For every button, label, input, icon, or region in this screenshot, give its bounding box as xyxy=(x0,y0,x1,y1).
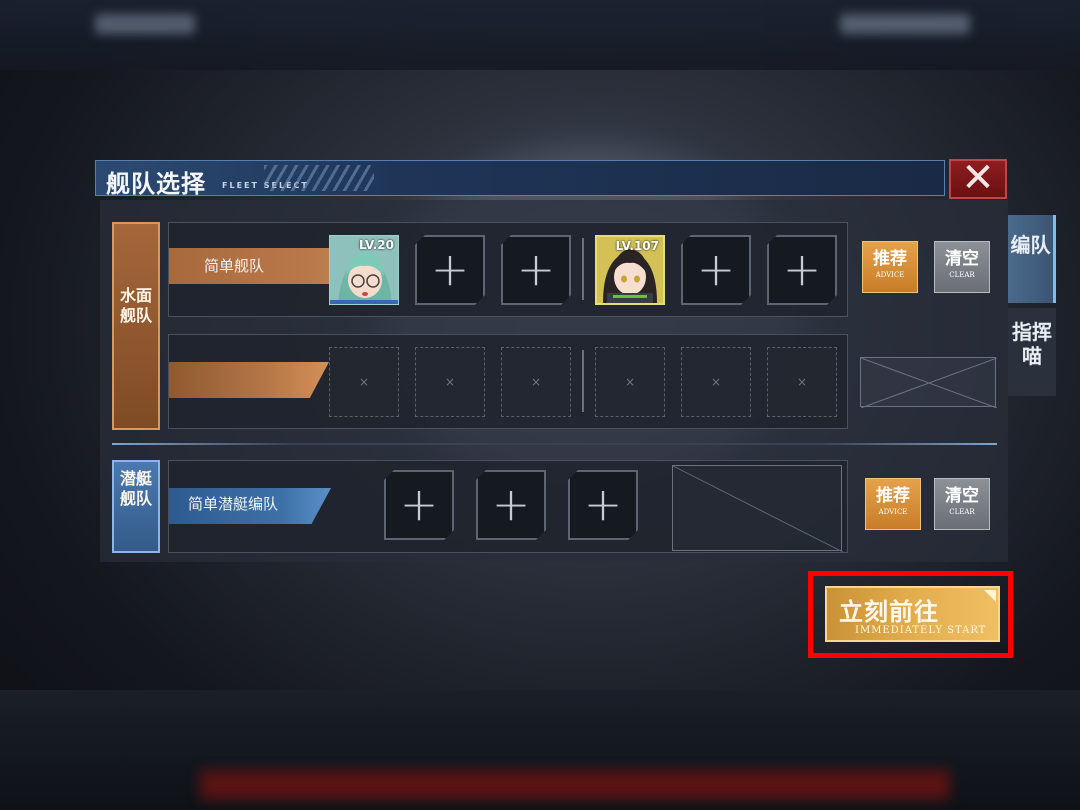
empty-x-icon: × xyxy=(624,375,636,389)
slot-divider xyxy=(582,350,584,412)
start-sublabel: IMMEDIATELY START xyxy=(855,625,987,636)
bottom-blur-strip xyxy=(200,770,950,800)
advice-label: 推荐 xyxy=(873,249,907,269)
plus-icon: + xyxy=(583,477,623,531)
slot-divider xyxy=(582,238,584,300)
advice-button[interactable]: 推荐 ADVICE xyxy=(862,241,918,293)
plus-icon: + xyxy=(516,242,556,296)
clear-button[interactable]: 清空 CLEAR xyxy=(934,241,990,293)
locked-action-placeholder xyxy=(860,357,998,409)
add-submarine-slot[interactable]: + xyxy=(384,470,454,540)
ship-slot-1[interactable]: LV.20 xyxy=(329,235,399,305)
top-bar-title-blur xyxy=(95,14,195,34)
locked-slot: × xyxy=(415,347,485,417)
ship-level-4: LV.107 xyxy=(615,239,659,253)
ship-slot-4[interactable]: LV.107 xyxy=(595,235,665,305)
add-ship-slot[interactable]: + xyxy=(415,235,485,305)
add-ship-slot[interactable]: + xyxy=(681,235,751,305)
start-label: 立刻前往 xyxy=(839,597,939,626)
immediately-start-button[interactable]: 立刻前往 IMMEDIATELY START xyxy=(825,586,1000,642)
dialog-title-bar: 舰队选择 FLEET SELECT xyxy=(95,160,945,198)
submarine-fleet-name: 简单潜艇编队 xyxy=(188,495,279,513)
add-ship-slot[interactable]: + xyxy=(501,235,571,305)
close-icon: ✕ xyxy=(961,155,995,201)
tab-commander-cat[interactable]: 指挥喵 xyxy=(1008,308,1056,396)
locked-slot: × xyxy=(501,347,571,417)
add-submarine-slot[interactable]: + xyxy=(476,470,546,540)
submarine-support-placeholder xyxy=(672,465,844,553)
fleet-name-banner-locked xyxy=(169,362,329,398)
top-bar xyxy=(0,0,1080,70)
advice-label: 推荐 xyxy=(876,486,910,506)
empty-x-icon: × xyxy=(358,375,370,389)
locked-slot: × xyxy=(329,347,399,417)
submarine-clear-button[interactable]: 清空 CLEAR xyxy=(934,478,990,530)
corner-decoration xyxy=(984,590,996,602)
section-divider xyxy=(112,443,997,445)
fleet-name-1: 简单舰队 xyxy=(204,257,265,275)
add-submarine-slot[interactable]: + xyxy=(568,470,638,540)
top-bar-resource-blur xyxy=(840,14,970,34)
clear-sublabel: CLEAR xyxy=(949,271,975,279)
locked-slot: × xyxy=(681,347,751,417)
surface-fleet-label: 水面舰队 xyxy=(112,222,160,430)
empty-x-icon: × xyxy=(710,375,722,389)
empty-x-icon: × xyxy=(444,375,456,389)
title-decoration xyxy=(264,165,374,191)
add-ship-slot[interactable]: + xyxy=(767,235,837,305)
close-button[interactable]: ✕ xyxy=(949,158,1007,199)
advice-sublabel: ADVICE xyxy=(875,271,905,279)
plus-icon: + xyxy=(399,477,439,531)
advice-sublabel: ADVICE xyxy=(878,508,908,516)
clear-label: 清空 xyxy=(945,486,979,506)
ship-level-1: LV.20 xyxy=(359,238,394,252)
tab-formation[interactable]: 编队 xyxy=(1008,215,1056,303)
clear-label: 清空 xyxy=(945,249,979,269)
plus-icon: + xyxy=(491,477,531,531)
dialog-title: 舰队选择 xyxy=(106,169,206,198)
submarine-advice-button[interactable]: 推荐 ADVICE xyxy=(865,478,921,530)
placeholder-cross-icon xyxy=(672,465,844,553)
clear-sublabel: CLEAR xyxy=(949,508,975,516)
empty-x-icon: × xyxy=(796,375,808,389)
submarine-fleet-label: 潜艇舰队 xyxy=(112,460,160,553)
plus-icon: + xyxy=(430,242,470,296)
empty-x-icon: × xyxy=(530,375,542,389)
plus-icon: + xyxy=(696,242,736,296)
locked-slot: × xyxy=(595,347,665,417)
locked-slot: × xyxy=(767,347,837,417)
plus-icon: + xyxy=(782,242,822,296)
placeholder-cross-icon xyxy=(860,357,998,409)
